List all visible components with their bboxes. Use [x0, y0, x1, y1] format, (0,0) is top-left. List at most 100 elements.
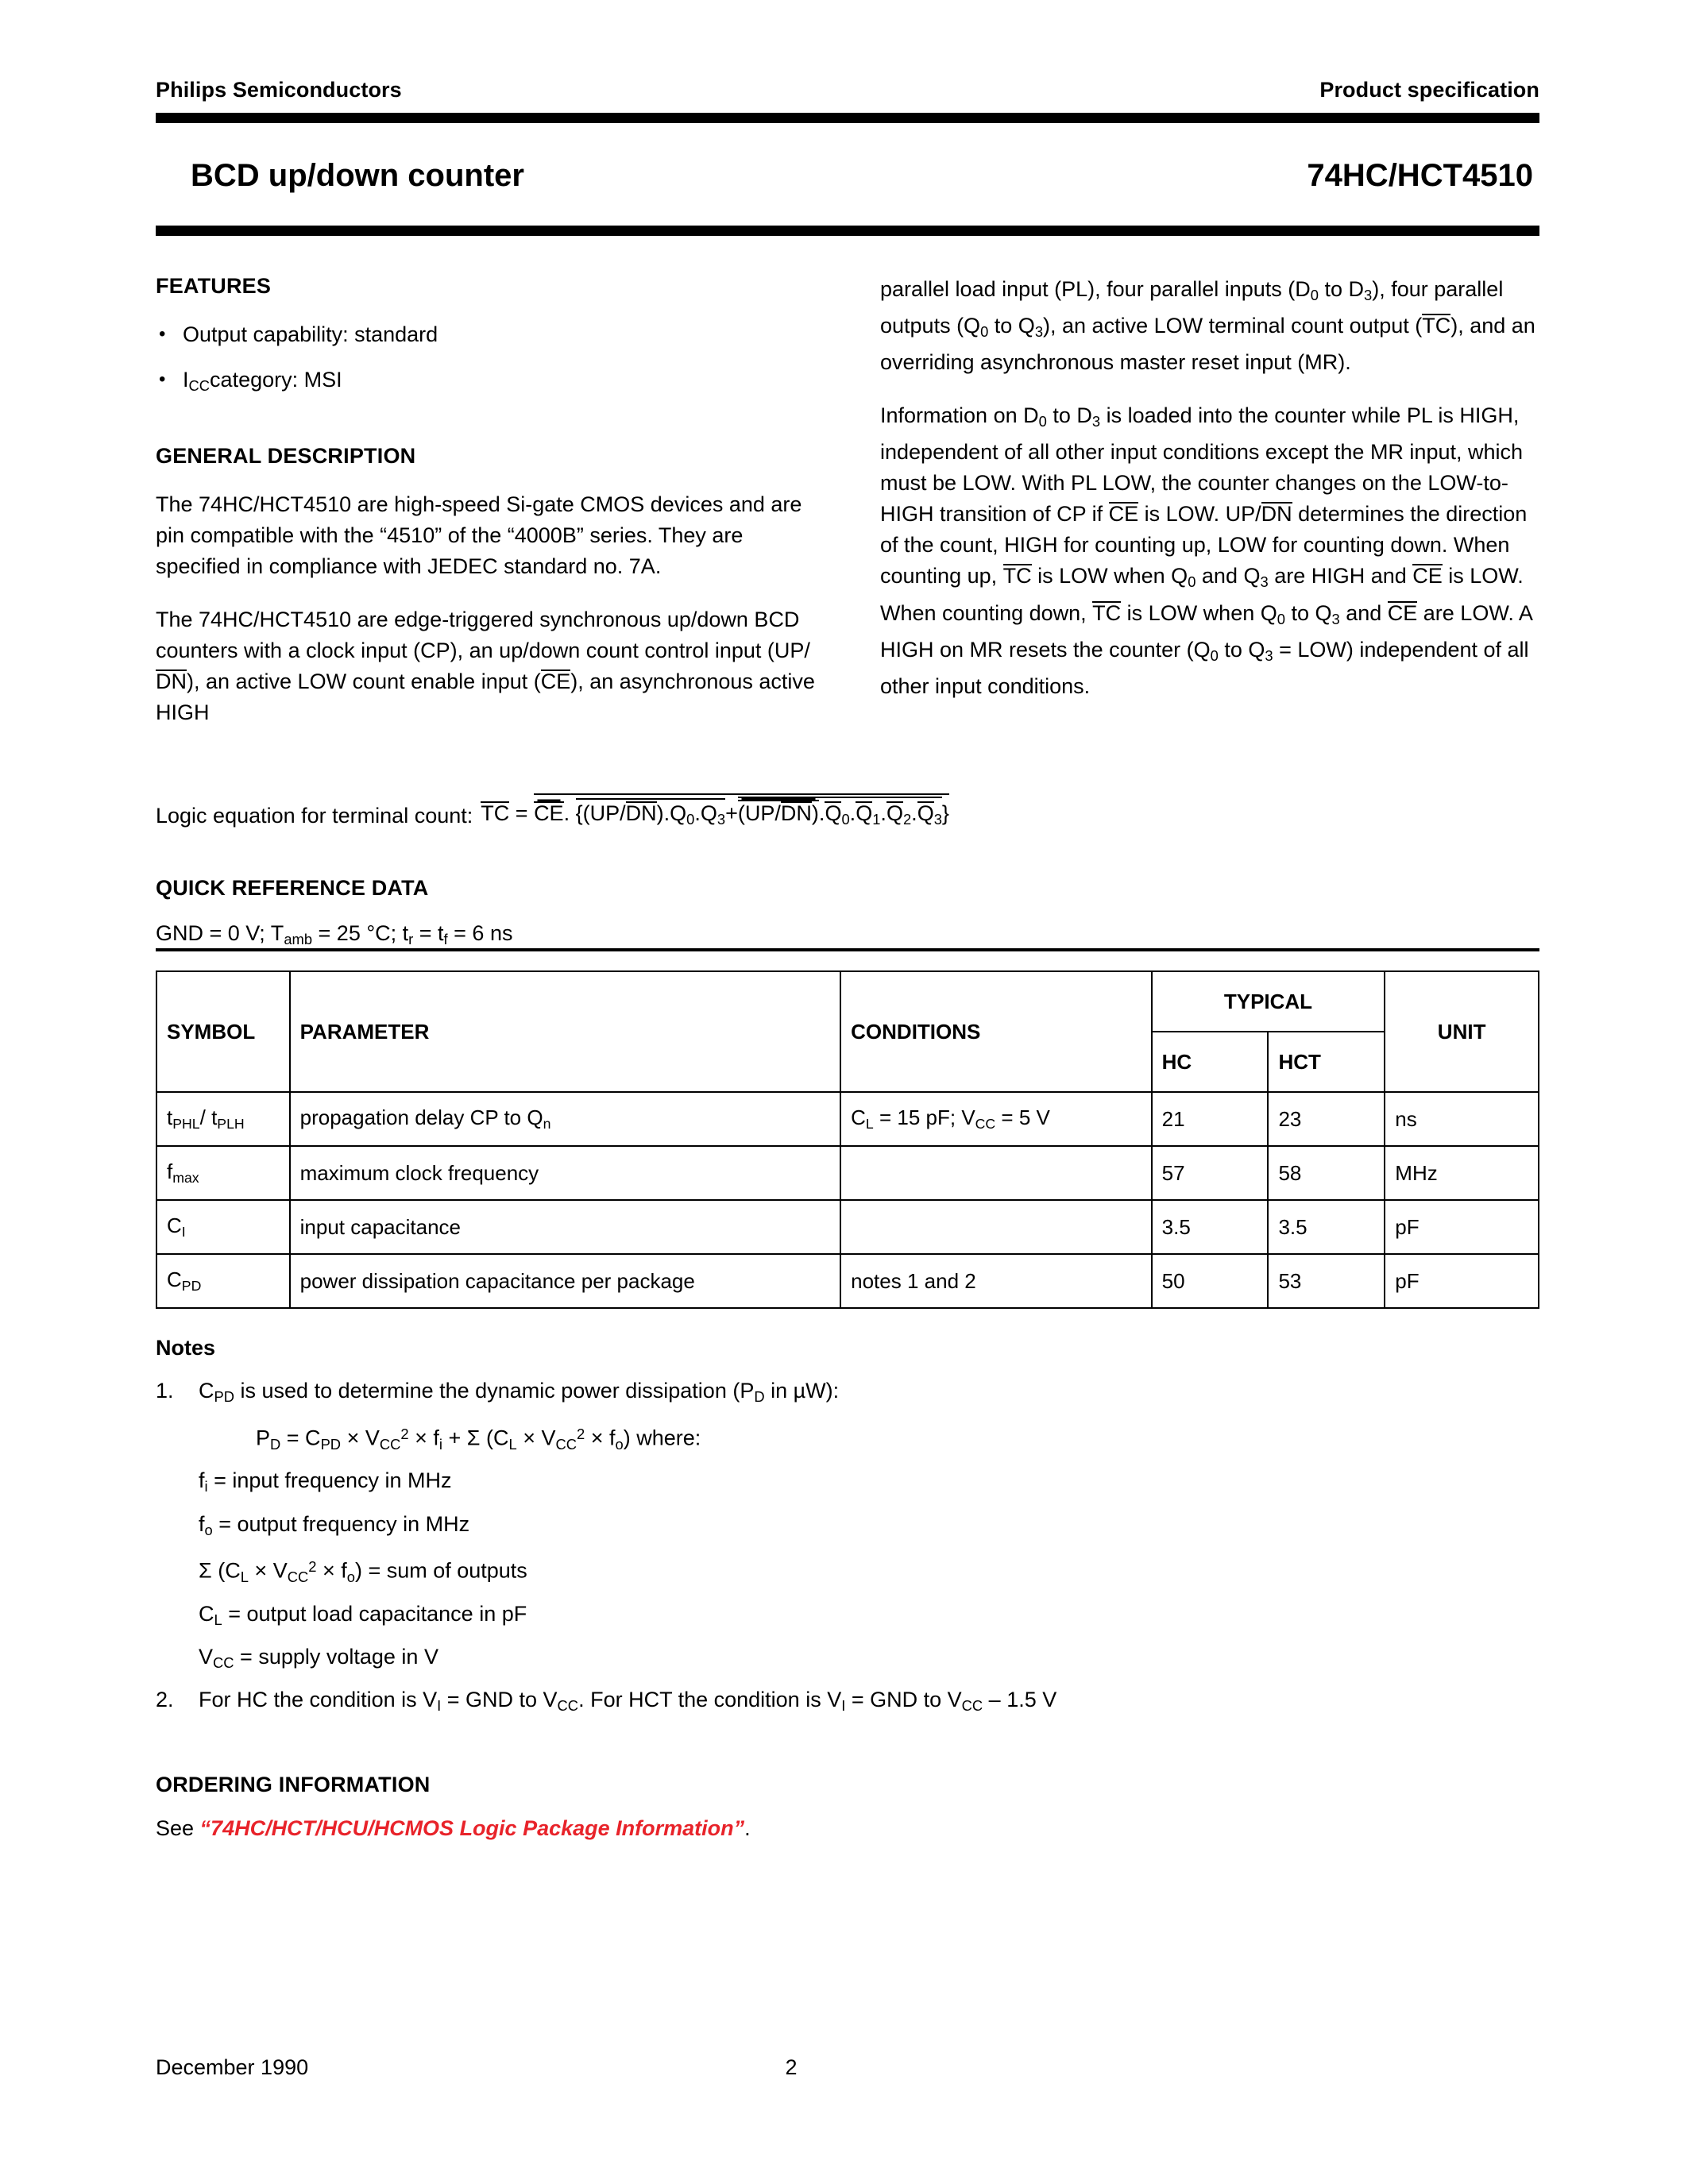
- p2-text-b: ), an active LOW count enable input (: [187, 669, 541, 694]
- quick-reference-heading: QUICK REFERENCE DATA: [156, 876, 429, 901]
- term-up-group: {(UP/DN).Q0.Q3: [575, 798, 726, 828]
- close-paren-2: ): [811, 801, 819, 826]
- dn-overline: DN: [156, 669, 187, 694]
- left-column: FEATURES Output capability: standard ICC…: [156, 274, 815, 751]
- dot-5: .: [849, 801, 856, 826]
- cell-hc: 57: [1150, 1145, 1269, 1202]
- q1-sub: 1: [872, 811, 881, 828]
- th-hct: HCT: [1267, 1031, 1386, 1094]
- cond-c: = t: [413, 921, 444, 946]
- subline-fi: fi = input frequency in MHz: [199, 1468, 452, 1495]
- equation-rhs: CE. {(UP/DN).Q0.Q3+(UP/DN).Q0.Q1.Q2.Q3}: [534, 793, 949, 828]
- cell-symbol: CI: [156, 1199, 291, 1256]
- subline-sum: Σ (CL × VCC2 × fo) = sum of outputs: [199, 1557, 527, 1585]
- logic-equation: TC = CE. {(UP/DN).Q0.Q3+(UP/DN).Q0.Q1.Q2…: [481, 793, 949, 828]
- ordering-heading: ORDERING INFORMATION: [156, 1772, 431, 1796]
- cell-conditions: CL = 15 pF; VCC = 5 V: [840, 1091, 1153, 1148]
- equals-sign: =: [515, 801, 528, 826]
- spec-table-wrapper: SYMBOL PARAMETER CONDITIONS TYPICAL UNIT…: [156, 948, 1539, 1310]
- open-brace: {(UP/: [575, 801, 626, 826]
- description-paragraph-2: The 74HC/HCT4510 are edge-triggered sync…: [156, 604, 815, 728]
- q3-sub-2: 3: [933, 811, 942, 828]
- plus-sign: +: [725, 801, 738, 826]
- cell-unit: MHz: [1384, 1145, 1539, 1202]
- table-row: CI input capacitance 3.5 3.5 pF: [156, 1199, 1539, 1256]
- cell-conditions: notes 1 and 2: [840, 1253, 1153, 1310]
- description-paragraph-3: Information on D0 to D3 is loaded into t…: [880, 403, 1532, 698]
- table-row: tPHL/ tPLH propagation delay CP to Qn CL…: [156, 1091, 1539, 1148]
- cell-unit: ns: [1384, 1091, 1539, 1148]
- cell-hc: 50: [1150, 1253, 1269, 1310]
- quick-reference-table: SYMBOL PARAMETER CONDITIONS TYPICAL UNIT…: [156, 970, 1539, 1310]
- notes-section: Notes 1. CPD is used to determine the dy…: [156, 1336, 1539, 1722]
- q3-sub-eq: 3: [717, 811, 726, 828]
- page-number: 2: [785, 2055, 798, 2079]
- cell-parameter: input capacitance: [288, 1199, 842, 1256]
- subline-cl: CL = output load capacitance in pF: [199, 1601, 527, 1628]
- table-row: fmax maximum clock frequency 57 58 MHz: [156, 1145, 1539, 1202]
- dot-3: .: [694, 801, 701, 826]
- up-dn-double: (UP/DN): [737, 800, 819, 826]
- logic-equation-label: Logic equation for terminal count:: [156, 804, 473, 828]
- ordering-information-section: ORDERING INFORMATION See “74HC/HCT/HCU/H…: [156, 1773, 1539, 1841]
- publication-date: December 1990: [156, 2055, 309, 2079]
- sigma-symbol: Σ: [466, 1426, 481, 1450]
- dot-7: .: [911, 801, 917, 826]
- cell-hct: 3.5: [1267, 1199, 1386, 1256]
- cell-conditions: [840, 1199, 1153, 1256]
- package-information-link[interactable]: “74HC/HCT/HCU/HCMOS Logic Package Inform…: [200, 1816, 745, 1840]
- overline-text: TC: [1002, 564, 1032, 588]
- cell-hct: 23: [1267, 1091, 1386, 1148]
- cell-hct: 58: [1267, 1145, 1386, 1202]
- q3-bar: Q: [917, 801, 934, 826]
- q0-term: Q: [670, 801, 687, 826]
- part-number: 74HC/HCT4510: [1307, 158, 1533, 193]
- q2-sub: 2: [902, 811, 912, 828]
- table-header-row-1: SYMBOL PARAMETER CONDITIONS TYPICAL UNIT: [156, 970, 1539, 1094]
- sigma-symbol-2: Σ: [199, 1558, 212, 1583]
- note-1-text: CPD is used to determine the dynamic pow…: [199, 1379, 840, 1406]
- cond-d: = 6 ns: [447, 921, 513, 946]
- ordering-text: See “74HC/HCT/HCU/HCMOS Logic Package In…: [156, 1816, 1539, 1841]
- datasheet-page: Philips Semiconductors Product specifica…: [0, 0, 1688, 2184]
- overline-text: CE: [1387, 600, 1418, 625]
- close-paren-1: ): [656, 801, 664, 826]
- cell-unit: pF: [1384, 1199, 1539, 1256]
- term-down-group: (UP/DN).Q0.Q1.Q2.Q3: [737, 797, 942, 828]
- cell-conditions: [840, 1145, 1153, 1202]
- company-name: Philips Semiconductors: [156, 78, 402, 102]
- th-conditions: CONDITIONS: [840, 970, 1153, 1094]
- th-parameter: PARAMETER: [288, 970, 842, 1094]
- pd-formula: PD = CPD × VCC2 × fi + Σ (CL × VCC2 × fo…: [256, 1425, 701, 1453]
- features-heading: FEATURES: [156, 274, 272, 298]
- header-rule-bottom: [156, 226, 1539, 236]
- q2-bar: Q: [886, 801, 903, 826]
- note-1-number: 1.: [156, 1379, 174, 1403]
- th-typical: TYPICAL: [1150, 970, 1386, 1033]
- cell-unit: pF: [1384, 1253, 1539, 1310]
- cell-parameter: maximum clock frequency: [288, 1145, 842, 1202]
- q3-term: Q: [700, 801, 717, 826]
- p2-text-a: The 74HC/HCT4510 are edge-triggered sync…: [156, 608, 810, 663]
- dot-1: .: [563, 801, 570, 826]
- th-unit: UNIT: [1384, 970, 1539, 1094]
- see-label: See: [156, 1815, 200, 1840]
- th-hc: HC: [1150, 1031, 1269, 1094]
- note-1: 1. CPD is used to determine the dynamic …: [156, 1375, 1539, 1413]
- right-column: parallel load input (PL), four parallel …: [880, 274, 1539, 751]
- logic-equation-row: Logic equation for terminal count: TC = …: [156, 793, 1539, 828]
- dot-4: .: [818, 801, 825, 826]
- cell-hct: 53: [1267, 1253, 1386, 1310]
- two-column-body: FEATURES Output capability: standard ICC…: [156, 274, 1539, 751]
- cond-b: = 25 °C; t: [312, 921, 409, 946]
- general-description-heading: GENERAL DESCRIPTION: [156, 444, 416, 469]
- cell-parameter: propagation delay CP to Qn: [288, 1091, 842, 1148]
- header-rule-top: [156, 113, 1539, 123]
- ce-overline: CE: [540, 669, 571, 694]
- feature-text: Output capability: standard: [183, 322, 438, 346]
- overline-text: CE: [1412, 564, 1443, 588]
- cell-hc: 3.5: [1150, 1199, 1269, 1256]
- feature-text: category: MSI: [210, 368, 342, 392]
- cell-hc: 21: [1150, 1091, 1269, 1148]
- notes-heading: Notes: [156, 1336, 216, 1360]
